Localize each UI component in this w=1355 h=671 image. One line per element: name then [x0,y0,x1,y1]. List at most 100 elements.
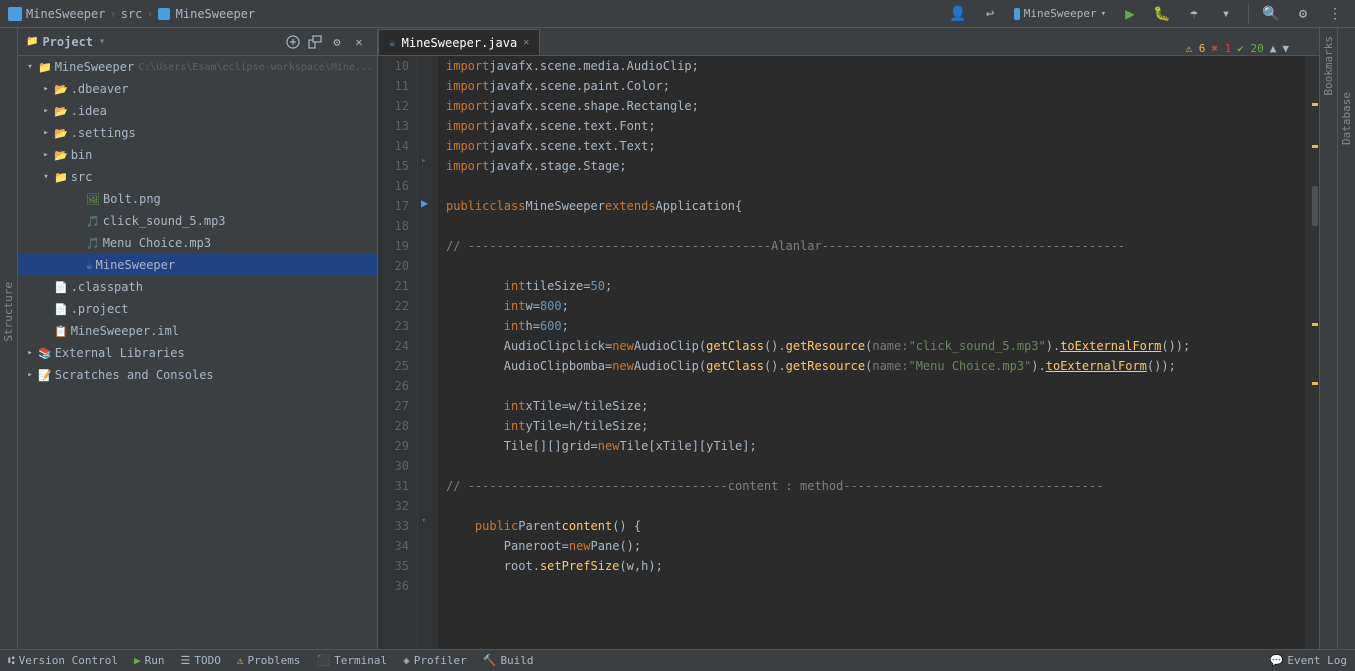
indicator-toggle-down[interactable]: ▼ [1282,42,1289,55]
fold-33[interactable]: ▾ [421,516,426,526]
ln-13: 13 [378,116,409,136]
version-control-label: Version Control [19,654,118,667]
classpath-icon: 📄 [54,281,68,294]
search-button[interactable]: 🔍 [1259,2,1283,26]
terminal-item[interactable]: ⬛ Terminal [316,654,387,667]
ln-19: 19 [378,236,409,256]
code-content[interactable]: import javafx.scene.media.AudioClip; imp… [438,56,1305,649]
project-icon-sm: 📁 [26,36,38,47]
tree-item-click-mp3[interactable]: ▸ 🎵 click_sound_5.mp3 [18,210,377,232]
run-button[interactable]: ▶ [1118,2,1142,26]
tree-item-idea[interactable]: ▸ 📂 .idea [18,100,377,122]
todo-item[interactable]: ☰ TODO [180,654,220,667]
breadcrumb-file[interactable]: MineSweeper [176,7,255,21]
tree-item-scratches[interactable]: ▸ 📝 Scratches and Consoles [18,364,377,386]
tab-close-button[interactable]: ✕ [523,37,529,48]
tree-item-bin[interactable]: ▸ 📂 bin [18,144,377,166]
idea-icon: 📂 [54,105,68,118]
code-line-21: int tileSize = 50; [446,276,1305,296]
debug-button[interactable]: 🐛 [1150,2,1174,26]
build-item[interactable]: 🔨 Build [483,654,534,667]
bolt-icon: 🖼 [86,193,100,206]
kw-new-29: new [598,436,620,456]
var-xtile-29: xTile [656,436,692,456]
tree-item-bolt[interactable]: ▸ 🖼 Bolt.png [18,188,377,210]
code-line-36 [446,576,1305,596]
more-options-button[interactable]: ⋮ [1323,2,1347,26]
sidebar-dropdown-icon[interactable]: ▾ [99,36,105,47]
tree-label-project: .project [71,302,129,316]
tree-label-minesweeper: MineSweeper [96,258,175,272]
run-config-selector[interactable]: MineSweeper ▾ [1010,2,1110,26]
breadcrumb-project[interactable]: MineSweeper [26,7,105,21]
code-line-33: public Parent content() { [446,516,1305,536]
tree-item-menu-mp3[interactable]: ▸ 🎵 Menu Choice.mp3 [18,232,377,254]
profiler-label: Profiler [414,654,467,667]
profiler-item[interactable]: ◈ Profiler [403,654,467,667]
database-label[interactable]: Database [1338,88,1355,149]
problems-item[interactable]: ⚠ Problems [237,654,301,667]
scroll-thumb[interactable] [1312,186,1318,226]
fn-toexternal-25: toExternalForm [1046,356,1147,376]
ln-36: 36 [378,576,409,596]
marker-warning-4 [1312,382,1318,385]
code-line-22: int w = 800; [446,296,1305,316]
tree-item-project[interactable]: ▸ 📄 .project [18,298,377,320]
vcs-button[interactable]: ↩ [978,2,1002,26]
tree-item-classpath[interactable]: ▸ 📄 .classpath [18,276,377,298]
fn-getclass-24: getClass [706,336,764,356]
code-line-25: AudioClip bomba = new AudioClip(getClass… [446,356,1305,376]
breadcrumb-sep2: › [146,7,153,21]
run-gutter-icon[interactable]: ▶ [421,196,428,210]
coverage-button[interactable]: ☂ [1182,2,1206,26]
fn-getclass-25: getClass [706,356,764,376]
code-line-12: import javafx.scene.shape.Rectangle; [446,96,1305,116]
version-control-item[interactable]: ⑆ Version Control [8,654,118,667]
ln-14: 14 [378,136,409,156]
tree-item-settings[interactable]: ▸ 📂 .settings [18,122,377,144]
tree-item-ext-libs[interactable]: ▸ 📚 External Libraries [18,342,377,364]
code-line-29: Tile[][] grid = new Tile[xTile][yTile]; [446,436,1305,456]
pkg-15: javafx.stage.Stage [489,156,619,176]
editor-area: ☕ MineSweeper.java ✕ ⚠ 6 ✖ 1 ✔ 20 ▲ ▼ 10… [378,28,1319,649]
code-line-17: public class MineSweeper extends Applica… [446,196,1305,216]
profile-button[interactable]: 👤 [946,2,970,26]
fold-15[interactable]: ▸ [421,156,426,166]
tree-item-src[interactable]: ▾ 📁 src [18,166,377,188]
close-sidebar-button[interactable]: ✕ [349,32,369,52]
problems-label: Problems [247,654,300,667]
pkg-10: javafx.scene.media.AudioClip [489,56,691,76]
var-bomba: bomba [569,356,605,376]
settings-button[interactable]: ⚙ [1291,2,1315,26]
tree-item-minesweeper[interactable]: ▸ ☕ MineSweeper [18,254,377,276]
tree-item-dbeaver[interactable]: ▸ 📂 .dbeaver [18,78,377,100]
tree-label-ext: External Libraries [55,346,185,360]
settings-button-sidebar[interactable]: ⚙ [327,32,347,52]
collapse-all-button[interactable] [305,32,325,52]
editor-tab-minesweeper[interactable]: ☕ MineSweeper.java ✕ [378,29,540,55]
structure-label[interactable]: Structure [0,278,17,346]
bookmarks-label[interactable]: Bookmarks [1320,32,1337,100]
tree-item-root[interactable]: ▾ 📁 MineSweeper C:\Users\Esam\eclipse-wo… [18,56,377,78]
var-w: w [525,296,532,316]
var-ytile-29: yTile [706,436,742,456]
indicator-toggle-up[interactable]: ▲ [1270,42,1277,55]
kw-new-24: new [612,336,634,356]
ln-18: 18 [378,216,409,236]
build-label: Build [500,654,533,667]
tree-arrow-settings: ▸ [38,128,54,138]
breadcrumb-src[interactable]: src [121,7,143,21]
run-item[interactable]: ▶ Run [134,654,165,667]
kw-public-17: public [446,196,489,216]
status-bar: ⑆ Version Control ▶ Run ☰ TODO ⚠ Problem… [0,649,1355,671]
ln-31: 31 [378,476,409,496]
var-root-35: root [504,556,533,576]
event-log-item[interactable]: 💬 Event Log [1270,654,1347,667]
database-panel: Database [1337,28,1355,649]
editor-tabs: ☕ MineSweeper.java ✕ ⚠ 6 ✖ 1 ✔ 20 ▲ ▼ [378,28,1319,56]
tree-item-iml[interactable]: ▸ 📋 MineSweeper.iml [18,320,377,342]
more-button[interactable]: ▾ [1214,2,1238,26]
ext-libs-icon: 📚 [38,347,52,360]
var-click: click [569,336,605,356]
new-item-button[interactable] [283,32,303,52]
